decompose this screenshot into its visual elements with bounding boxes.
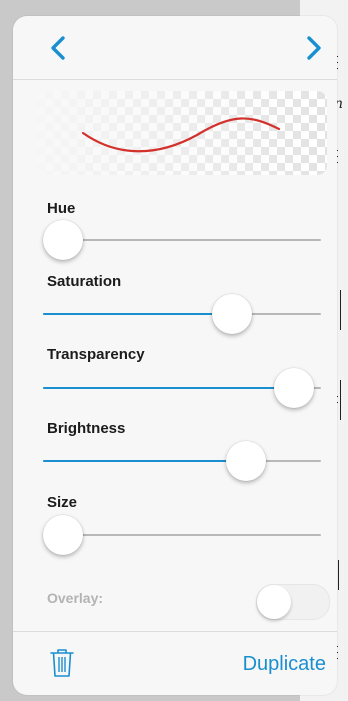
slider-thumb[interactable] [211, 294, 252, 334]
preview-stroke [81, 117, 281, 153]
slider-fill [43, 387, 313, 389]
slider-track [43, 239, 321, 241]
chevron-left-icon[interactable] [45, 34, 73, 62]
hue-slider[interactable] [43, 220, 321, 260]
hue-label: Hue [47, 200, 76, 217]
slider-thumb[interactable] [226, 441, 267, 481]
duplicate-button[interactable]: Duplicate [243, 653, 326, 676]
chevron-right-icon[interactable] [299, 34, 327, 62]
slider-thumb[interactable] [43, 515, 83, 555]
pen-navigation-bar [13, 16, 337, 80]
transparency-label: Transparency [47, 346, 145, 363]
trash-icon[interactable] [50, 648, 74, 678]
bar-line [340, 290, 341, 330]
slider-fill [43, 460, 258, 462]
brightness-slider[interactable] [43, 441, 321, 481]
stroke-preview [37, 91, 327, 175]
size-slider[interactable] [43, 515, 321, 555]
slider-fill [43, 313, 241, 315]
saturation-slider[interactable] [43, 294, 321, 334]
slider-track [43, 534, 321, 536]
slider-thumb[interactable] [43, 220, 83, 260]
size-label: Size [47, 494, 78, 511]
overlay-toggle[interactable] [256, 584, 330, 620]
transparency-slider[interactable] [43, 368, 321, 408]
saturation-label: Saturation [47, 273, 122, 290]
pen-style-popover: Hue Saturation Transparency Brightness S… [13, 16, 337, 695]
bar-line [338, 560, 339, 590]
overlay-label: Overlay: [47, 590, 104, 606]
toggle-knob[interactable] [257, 585, 291, 619]
bar-line [340, 380, 341, 420]
popover-footer: Duplicate [13, 631, 337, 695]
slider-thumb[interactable] [273, 368, 314, 408]
brightness-label: Brightness [47, 420, 126, 437]
